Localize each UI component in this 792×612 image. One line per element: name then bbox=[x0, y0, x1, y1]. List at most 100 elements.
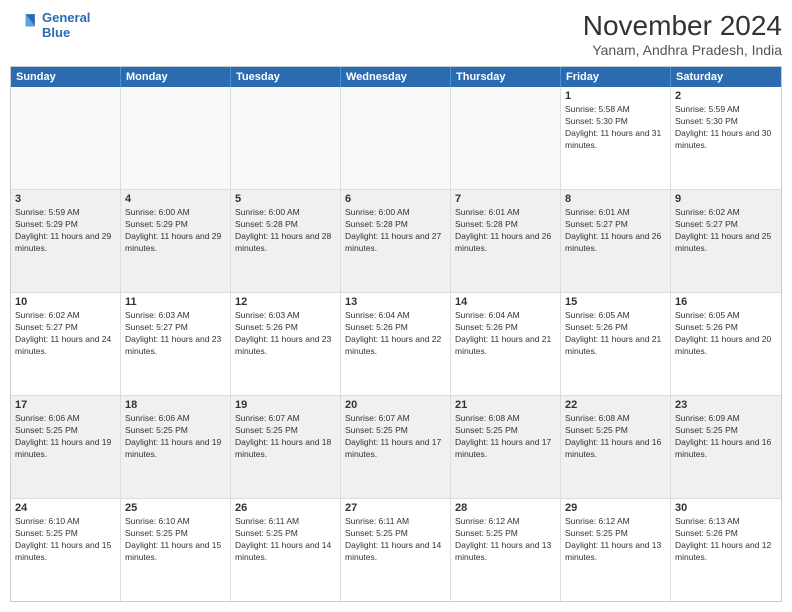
cell-info: Sunrise: 5:59 AM Sunset: 5:29 PM Dayligh… bbox=[15, 207, 116, 255]
calendar-cell: 15 Sunrise: 6:05 AM Sunset: 5:26 PM Dayli… bbox=[561, 293, 671, 395]
day-number: 1 bbox=[565, 90, 666, 102]
weekday-header: Friday bbox=[561, 67, 671, 87]
day-number: 17 bbox=[15, 399, 116, 411]
logo-text: General Blue bbox=[42, 10, 90, 40]
cell-info: Sunrise: 6:01 AM Sunset: 5:28 PM Dayligh… bbox=[455, 207, 556, 255]
day-number: 11 bbox=[125, 296, 226, 308]
calendar-cell: 29Sunrise: 6:12 AM Sunset: 5:25 PM Dayli… bbox=[561, 499, 671, 601]
cell-info: Sunrise: 6:01 AM Sunset: 5:27 PM Dayligh… bbox=[565, 207, 666, 255]
day-number: 14 bbox=[455, 296, 556, 308]
weekday-header: Thursday bbox=[451, 67, 561, 87]
calendar-cell: 24 Sunrise: 6:10 AM Sunset: 5:25 PM Dayli… bbox=[11, 499, 121, 601]
day-number: 21 bbox=[455, 399, 556, 411]
calendar-cell: 18 Sunrise: 6:06 AM Sunset: 5:25 PM Dayli… bbox=[121, 396, 231, 498]
cell-info: Sunrise: 6:06 AM Sunset: 5:25 PM Dayligh… bbox=[125, 413, 226, 461]
header: General Blue November 2024 Yanam, Andhra… bbox=[10, 10, 782, 58]
calendar-cell: 27 Sunrise: 6:11 AM Sunset: 5:25 PM Dayli… bbox=[341, 499, 451, 601]
day-number: 10 bbox=[15, 296, 116, 308]
cell-info: Sunrise: 6:12 AM Sunset: 5:25 PM Dayligh… bbox=[455, 516, 556, 564]
weekday-header: Saturday bbox=[671, 67, 781, 87]
cell-info: Sunrise: 6:05 AM Sunset: 5:26 PM Dayligh… bbox=[565, 310, 666, 358]
title-block: November 2024 Yanam, Andhra Pradesh, Ind… bbox=[583, 10, 782, 58]
calendar-cell: 6 Sunrise: 6:00 AM Sunset: 5:28 PM Daylig… bbox=[341, 190, 451, 292]
day-number: 27 bbox=[345, 502, 446, 514]
day-number: 19 bbox=[235, 399, 336, 411]
day-number: 16 bbox=[675, 296, 777, 308]
calendar-cell: 21 Sunrise: 6:08 AM Sunset: 5:25 PM Dayli… bbox=[451, 396, 561, 498]
day-number: 4 bbox=[125, 193, 226, 205]
calendar-row: 10 Sunrise: 6:02 AM Sunset: 5:27 PM Dayli… bbox=[11, 293, 781, 396]
cell-info: Sunrise: 6:03 AM Sunset: 5:27 PM Dayligh… bbox=[125, 310, 226, 358]
calendar-cell: 20 Sunrise: 6:07 AM Sunset: 5:25 PM Dayli… bbox=[341, 396, 451, 498]
day-number: 13 bbox=[345, 296, 446, 308]
day-number: 7 bbox=[455, 193, 556, 205]
calendar-cell: 4Sunrise: 6:00 AM Sunset: 5:29 PM Daylig… bbox=[121, 190, 231, 292]
day-number: 20 bbox=[345, 399, 446, 411]
calendar-cell: 12 Sunrise: 6:03 AM Sunset: 5:26 PM Dayli… bbox=[231, 293, 341, 395]
logo: General Blue bbox=[10, 10, 90, 40]
cell-info: Sunrise: 6:00 AM Sunset: 5:28 PM Dayligh… bbox=[345, 207, 446, 255]
day-number: 3 bbox=[15, 193, 116, 205]
day-number: 6 bbox=[345, 193, 446, 205]
cell-info: Sunrise: 6:10 AM Sunset: 5:25 PM Dayligh… bbox=[125, 516, 226, 564]
calendar-cell: 7 Sunrise: 6:01 AM Sunset: 5:28 PM Daylig… bbox=[451, 190, 561, 292]
logo-icon bbox=[10, 11, 38, 39]
cell-info: Sunrise: 6:04 AM Sunset: 5:26 PM Dayligh… bbox=[345, 310, 446, 358]
day-number: 5 bbox=[235, 193, 336, 205]
calendar-cell: 5 Sunrise: 6:00 AM Sunset: 5:28 PM Daylig… bbox=[231, 190, 341, 292]
calendar-cell: 2 Sunrise: 5:59 AM Sunset: 5:30 PM Daylig… bbox=[671, 87, 781, 189]
calendar-row: 3 Sunrise: 5:59 AM Sunset: 5:29 PM Daylig… bbox=[11, 190, 781, 293]
cell-info: Sunrise: 6:07 AM Sunset: 5:25 PM Dayligh… bbox=[235, 413, 336, 461]
cell-info: Sunrise: 6:03 AM Sunset: 5:26 PM Dayligh… bbox=[235, 310, 336, 358]
cell-info: Sunrise: 6:11 AM Sunset: 5:25 PM Dayligh… bbox=[235, 516, 336, 564]
calendar-cell: 1 Sunrise: 5:58 AM Sunset: 5:30 PM Daylig… bbox=[561, 87, 671, 189]
calendar-cell bbox=[451, 87, 561, 189]
calendar-cell: 13 Sunrise: 6:04 AM Sunset: 5:26 PM Dayli… bbox=[341, 293, 451, 395]
calendar-body: 1 Sunrise: 5:58 AM Sunset: 5:30 PM Daylig… bbox=[11, 87, 781, 601]
cell-info: Sunrise: 6:07 AM Sunset: 5:25 PM Dayligh… bbox=[345, 413, 446, 461]
weekday-header: Sunday bbox=[11, 67, 121, 87]
cell-info: Sunrise: 6:05 AM Sunset: 5:26 PM Dayligh… bbox=[675, 310, 777, 358]
calendar-cell bbox=[231, 87, 341, 189]
cell-info: Sunrise: 6:04 AM Sunset: 5:26 PM Dayligh… bbox=[455, 310, 556, 358]
day-number: 28 bbox=[455, 502, 556, 514]
cell-info: Sunrise: 6:11 AM Sunset: 5:25 PM Dayligh… bbox=[345, 516, 446, 564]
calendar-cell: 11 Sunrise: 6:03 AM Sunset: 5:27 PM Dayli… bbox=[121, 293, 231, 395]
day-number: 18 bbox=[125, 399, 226, 411]
cell-info: Sunrise: 6:09 AM Sunset: 5:25 PM Dayligh… bbox=[675, 413, 777, 461]
day-number: 29 bbox=[565, 502, 666, 514]
calendar-cell: 26 Sunrise: 6:11 AM Sunset: 5:25 PM Dayli… bbox=[231, 499, 341, 601]
calendar-cell: 14 Sunrise: 6:04 AM Sunset: 5:26 PM Dayli… bbox=[451, 293, 561, 395]
calendar-row: 17 Sunrise: 6:06 AM Sunset: 5:25 PM Dayli… bbox=[11, 396, 781, 499]
day-number: 26 bbox=[235, 502, 336, 514]
cell-info: Sunrise: 6:08 AM Sunset: 5:25 PM Dayligh… bbox=[455, 413, 556, 461]
day-number: 23 bbox=[675, 399, 777, 411]
calendar-cell: 17 Sunrise: 6:06 AM Sunset: 5:25 PM Dayli… bbox=[11, 396, 121, 498]
day-number: 8 bbox=[565, 193, 666, 205]
page: General Blue November 2024 Yanam, Andhra… bbox=[0, 0, 792, 612]
day-number: 2 bbox=[675, 90, 777, 102]
calendar-row: 1 Sunrise: 5:58 AM Sunset: 5:30 PM Daylig… bbox=[11, 87, 781, 190]
day-number: 15 bbox=[565, 296, 666, 308]
cell-info: Sunrise: 6:06 AM Sunset: 5:25 PM Dayligh… bbox=[15, 413, 116, 461]
calendar-cell: 9 Sunrise: 6:02 AM Sunset: 5:27 PM Daylig… bbox=[671, 190, 781, 292]
weekday-header: Monday bbox=[121, 67, 231, 87]
cell-info: Sunrise: 5:59 AM Sunset: 5:30 PM Dayligh… bbox=[675, 104, 777, 152]
calendar: SundayMondayTuesdayWednesdayThursdayFrid… bbox=[10, 66, 782, 602]
cell-info: Sunrise: 6:02 AM Sunset: 5:27 PM Dayligh… bbox=[15, 310, 116, 358]
day-number: 12 bbox=[235, 296, 336, 308]
day-number: 30 bbox=[675, 502, 777, 514]
calendar-cell: 30Sunrise: 6:13 AM Sunset: 5:26 PM Dayli… bbox=[671, 499, 781, 601]
cell-info: Sunrise: 6:02 AM Sunset: 5:27 PM Dayligh… bbox=[675, 207, 777, 255]
cell-info: Sunrise: 6:08 AM Sunset: 5:25 PM Dayligh… bbox=[565, 413, 666, 461]
day-number: 9 bbox=[675, 193, 777, 205]
day-number: 24 bbox=[15, 502, 116, 514]
calendar-cell: 8 Sunrise: 6:01 AM Sunset: 5:27 PM Daylig… bbox=[561, 190, 671, 292]
calendar-cell bbox=[11, 87, 121, 189]
month-title: November 2024 bbox=[583, 10, 782, 42]
cell-info: Sunrise: 6:10 AM Sunset: 5:25 PM Dayligh… bbox=[15, 516, 116, 564]
calendar-cell: 25Sunrise: 6:10 AM Sunset: 5:25 PM Dayli… bbox=[121, 499, 231, 601]
cell-info: Sunrise: 5:58 AM Sunset: 5:30 PM Dayligh… bbox=[565, 104, 666, 152]
cell-info: Sunrise: 6:00 AM Sunset: 5:28 PM Dayligh… bbox=[235, 207, 336, 255]
calendar-cell: 22Sunrise: 6:08 AM Sunset: 5:25 PM Dayli… bbox=[561, 396, 671, 498]
